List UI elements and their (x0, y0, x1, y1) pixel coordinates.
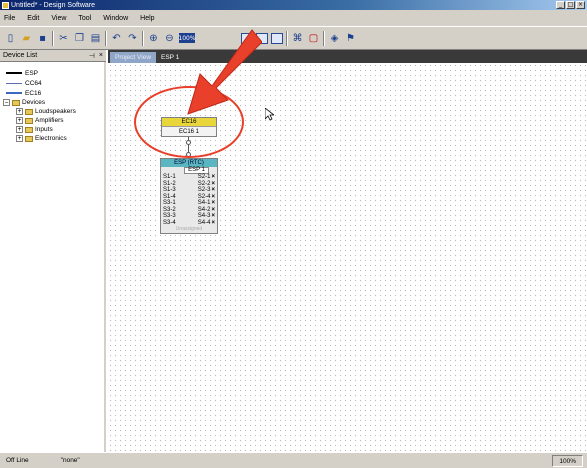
tree-label: Loudspeakers (35, 108, 76, 115)
port-mark-icon: × (211, 174, 215, 180)
minimize-button[interactable]: _ (556, 1, 565, 9)
esp-device-block[interactable]: ESP (RTC) ESP 1 S1-1 S1-2 S1-3 S1-4 S3-1… (160, 158, 218, 234)
toolbar-separator (286, 30, 288, 46)
tree-inputs[interactable]: + Inputs (16, 125, 104, 134)
status-selection: "none" (60, 456, 80, 464)
window-controls: _ □ × (556, 1, 585, 9)
maximize-button[interactable]: □ (566, 1, 575, 9)
cable-line-icon (6, 72, 22, 74)
port-mark-icon: × (211, 180, 215, 187)
esp-header: ESP (RTC) (161, 159, 217, 167)
port-mark-icon: × (211, 206, 215, 213)
expand-icon[interactable]: + (16, 126, 23, 133)
undo-icon[interactable]: ↶ (110, 32, 123, 45)
menu-bar: File Edit View Tool Window Help (0, 10, 587, 26)
esp-name-row: ESP 1 (161, 167, 217, 174)
device-list-panel: ESP CC64 EC16 − Devices + Loudspeakers +… (0, 62, 106, 452)
tree-label: Amplifiers (35, 117, 64, 124)
tree-amplifiers[interactable]: + Amplifiers (16, 116, 104, 125)
cable-line-icon (6, 82, 22, 84)
port-mark-icon: × (211, 187, 215, 193)
tree-loudspeakers[interactable]: + Loudspeakers (16, 107, 104, 116)
esp-left-ports: S1-1 S1-2 S1-3 S1-4 S3-1 S3-2 S3-3 S3-4 (163, 174, 176, 226)
menu-edit[interactable]: Edit (27, 15, 39, 22)
redo-icon[interactable]: ↷ (126, 32, 139, 45)
esp-name: ESP 1 (184, 167, 209, 174)
grid-view-icon[interactable] (271, 32, 283, 44)
status-mode: Off Line (6, 456, 29, 464)
folder-icon (25, 135, 33, 142)
menu-view[interactable]: View (51, 15, 66, 22)
speaker-icon[interactable]: ◈ (328, 32, 341, 45)
copy-icon[interactable]: ❐ (73, 32, 86, 45)
cable-cc64[interactable]: CC64 (6, 78, 104, 88)
expand-icon[interactable]: + (16, 117, 23, 124)
connect-icon[interactable]: ⌘ (291, 32, 304, 45)
status-bar: Off Line "none" 100% (0, 452, 587, 468)
pin-icon[interactable]: ⊣ (89, 52, 95, 60)
esp-right-ports: S2-1× S2-2× S2-3× S2-4× S4-1× S4-2× S4-3… (198, 174, 215, 226)
tab-project-view[interactable]: Project View (110, 52, 157, 63)
paste-icon[interactable]: ▤ (89, 32, 102, 45)
record-icon[interactable]: ▢ (307, 32, 320, 45)
menu-window[interactable]: Window (103, 15, 128, 22)
status-zoom: 100% (552, 454, 583, 467)
toolbar-separator (105, 30, 107, 46)
expand-icon[interactable]: + (16, 108, 23, 115)
toolbar-separator (142, 30, 144, 46)
cable-label: EC16 (25, 89, 42, 97)
toolbar-separator (52, 30, 54, 46)
menu-file[interactable]: File (4, 15, 15, 22)
save-icon[interactable]: ▪ (36, 32, 49, 45)
cut-icon[interactable]: ✂ (57, 32, 70, 45)
expand-icon[interactable]: + (16, 135, 23, 142)
zoom-out-icon[interactable]: ⊖ (163, 32, 176, 45)
esp-ports: S1-1 S1-2 S1-3 S1-4 S3-1 S3-2 S3-3 S3-4 … (161, 174, 217, 226)
menu-help[interactable]: Help (140, 15, 154, 22)
cable-label: ESP (25, 69, 39, 77)
folder-icon (25, 117, 33, 124)
tree-electronics[interactable]: + Electronics (16, 134, 104, 143)
window-title-bar: Untitled* - Design Software _ □ × (0, 0, 587, 10)
collapse-icon[interactable]: − (3, 99, 10, 106)
tree-devices[interactable]: − Devices (3, 98, 104, 107)
folder-icon (25, 108, 33, 115)
port-mark-icon: × (211, 213, 215, 219)
close-button[interactable]: × (576, 1, 585, 9)
cable-label: CC64 (25, 79, 42, 87)
zoom-in-icon[interactable]: ⊕ (147, 32, 160, 45)
panel-close-icon[interactable]: × (99, 52, 103, 60)
app-icon (2, 1, 9, 9)
menu-tool[interactable]: Tool (78, 15, 91, 22)
open-folder-icon[interactable]: ▰ (20, 32, 33, 45)
tree-label: Devices (22, 99, 46, 106)
esp-footer: Unassigned (175, 226, 203, 232)
toolbar-separator (323, 30, 325, 46)
tree-label: Electronics (35, 135, 67, 142)
highlight-arrow-icon (187, 29, 262, 115)
new-file-icon[interactable]: ▯ (4, 32, 17, 45)
cable-ec16[interactable]: EC16 (6, 88, 104, 98)
port-mark-icon: × (211, 200, 215, 206)
cable-line-icon (6, 92, 22, 94)
device-list-header: Device List ⊣ × (0, 50, 106, 62)
cable-esp[interactable]: ESP (6, 68, 104, 78)
folder-icon (12, 99, 20, 106)
window-title: Untitled* - Design Software (11, 1, 96, 9)
mouse-cursor-icon (265, 108, 274, 121)
device-list-title: Device List (3, 52, 38, 59)
flag-icon[interactable]: ⚑ (344, 32, 357, 45)
port-mark-icon: × (211, 219, 215, 226)
toolbar: ▯ ▰ ▪ ✂ ❐ ▤ ↶ ↷ ⊕ ⊖ 100% ⌘ ▢ ◈ ⚑ (0, 26, 587, 50)
port-mark-icon: × (211, 193, 215, 200)
folder-icon (25, 126, 33, 133)
tree-label: Inputs (35, 126, 53, 133)
